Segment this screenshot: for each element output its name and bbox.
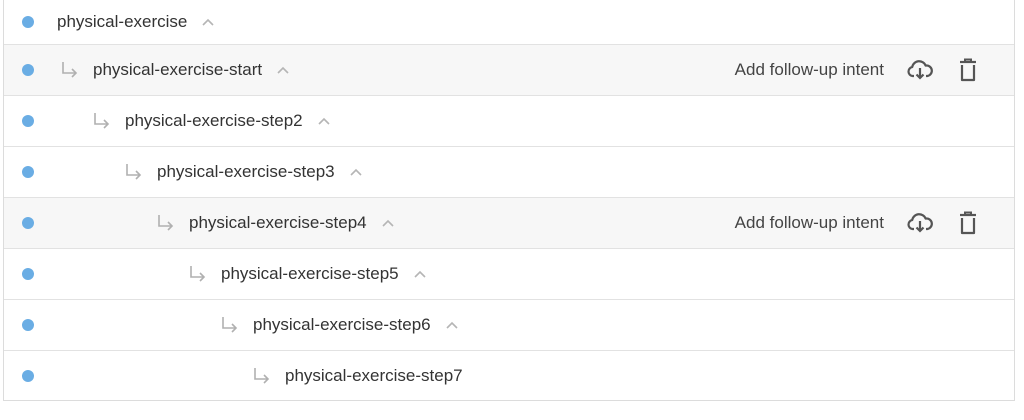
intent-name-link[interactable]: physical-exercise-step6	[253, 315, 431, 335]
add-follow-up-intent-link[interactable]: Add follow-up intent	[735, 60, 884, 80]
chevron-up-icon[interactable]	[317, 116, 331, 126]
intent-list: physical-exercise physical-exercise-start…	[3, 0, 1015, 401]
intent-row-content: physical-exercise	[57, 0, 215, 44]
trash-icon[interactable]	[954, 210, 982, 236]
subdirectory-arrow-icon	[190, 266, 206, 282]
intent-row[interactable]: physical-exercise	[4, 0, 1014, 45]
chevron-up-icon[interactable]	[381, 218, 395, 228]
chevron-up-icon[interactable]	[445, 320, 459, 330]
intent-row-content: physical-exercise-start	[59, 45, 290, 95]
intent-name-link[interactable]: physical-exercise-step2	[125, 111, 303, 131]
chevron-up-icon[interactable]	[349, 167, 363, 177]
chevron-up-icon[interactable]	[413, 269, 427, 279]
intent-name-link[interactable]: physical-exercise	[57, 12, 187, 32]
cloud-download-icon[interactable]	[906, 210, 934, 236]
row-actions: Add follow-up intent	[735, 198, 982, 248]
intent-row-content: physical-exercise-step5	[187, 249, 427, 299]
intent-row[interactable]: physical-exercise-step6	[4, 300, 1014, 351]
status-dot-icon	[22, 370, 34, 382]
intent-row[interactable]: physical-exercise-step4 Add follow-up int…	[4, 198, 1014, 249]
cloud-download-icon[interactable]	[906, 57, 934, 83]
status-dot-icon	[22, 115, 34, 127]
intent-name-link[interactable]: physical-exercise-step5	[221, 264, 399, 284]
subdirectory-arrow-icon	[158, 215, 174, 231]
intent-name-link[interactable]: physical-exercise-start	[93, 60, 262, 80]
intent-row-content: physical-exercise-step3	[123, 147, 363, 197]
status-dot-icon	[22, 166, 34, 178]
intent-row-content: physical-exercise-step7	[251, 351, 463, 401]
status-dot-icon	[22, 16, 34, 28]
intent-name-link[interactable]: physical-exercise-step3	[157, 162, 335, 182]
subdirectory-arrow-icon	[254, 368, 270, 384]
intent-row-content: physical-exercise-step4	[155, 198, 395, 248]
subdirectory-arrow-icon	[94, 113, 110, 129]
intent-name-link[interactable]: physical-exercise-step7	[285, 366, 463, 386]
intent-row-content: physical-exercise-step6	[219, 300, 459, 350]
add-follow-up-intent-link[interactable]: Add follow-up intent	[735, 213, 884, 233]
trash-icon[interactable]	[954, 57, 982, 83]
row-actions: Add follow-up intent	[735, 45, 982, 95]
chevron-up-icon[interactable]	[201, 17, 215, 27]
intent-row-content: physical-exercise-step2	[91, 96, 331, 146]
subdirectory-arrow-icon	[62, 62, 78, 78]
status-dot-icon	[22, 64, 34, 76]
intent-row[interactable]: physical-exercise-step7	[4, 351, 1014, 401]
intent-row[interactable]: physical-exercise-step3	[4, 147, 1014, 198]
intent-row[interactable]: physical-exercise-step5	[4, 249, 1014, 300]
status-dot-icon	[22, 268, 34, 280]
subdirectory-arrow-icon	[222, 317, 238, 333]
subdirectory-arrow-icon	[126, 164, 142, 180]
status-dot-icon	[22, 319, 34, 331]
status-dot-icon	[22, 217, 34, 229]
intent-name-link[interactable]: physical-exercise-step4	[189, 213, 367, 233]
intent-row[interactable]: physical-exercise-start Add follow-up int…	[4, 45, 1014, 96]
intent-row[interactable]: physical-exercise-step2	[4, 96, 1014, 147]
chevron-up-icon[interactable]	[276, 65, 290, 75]
